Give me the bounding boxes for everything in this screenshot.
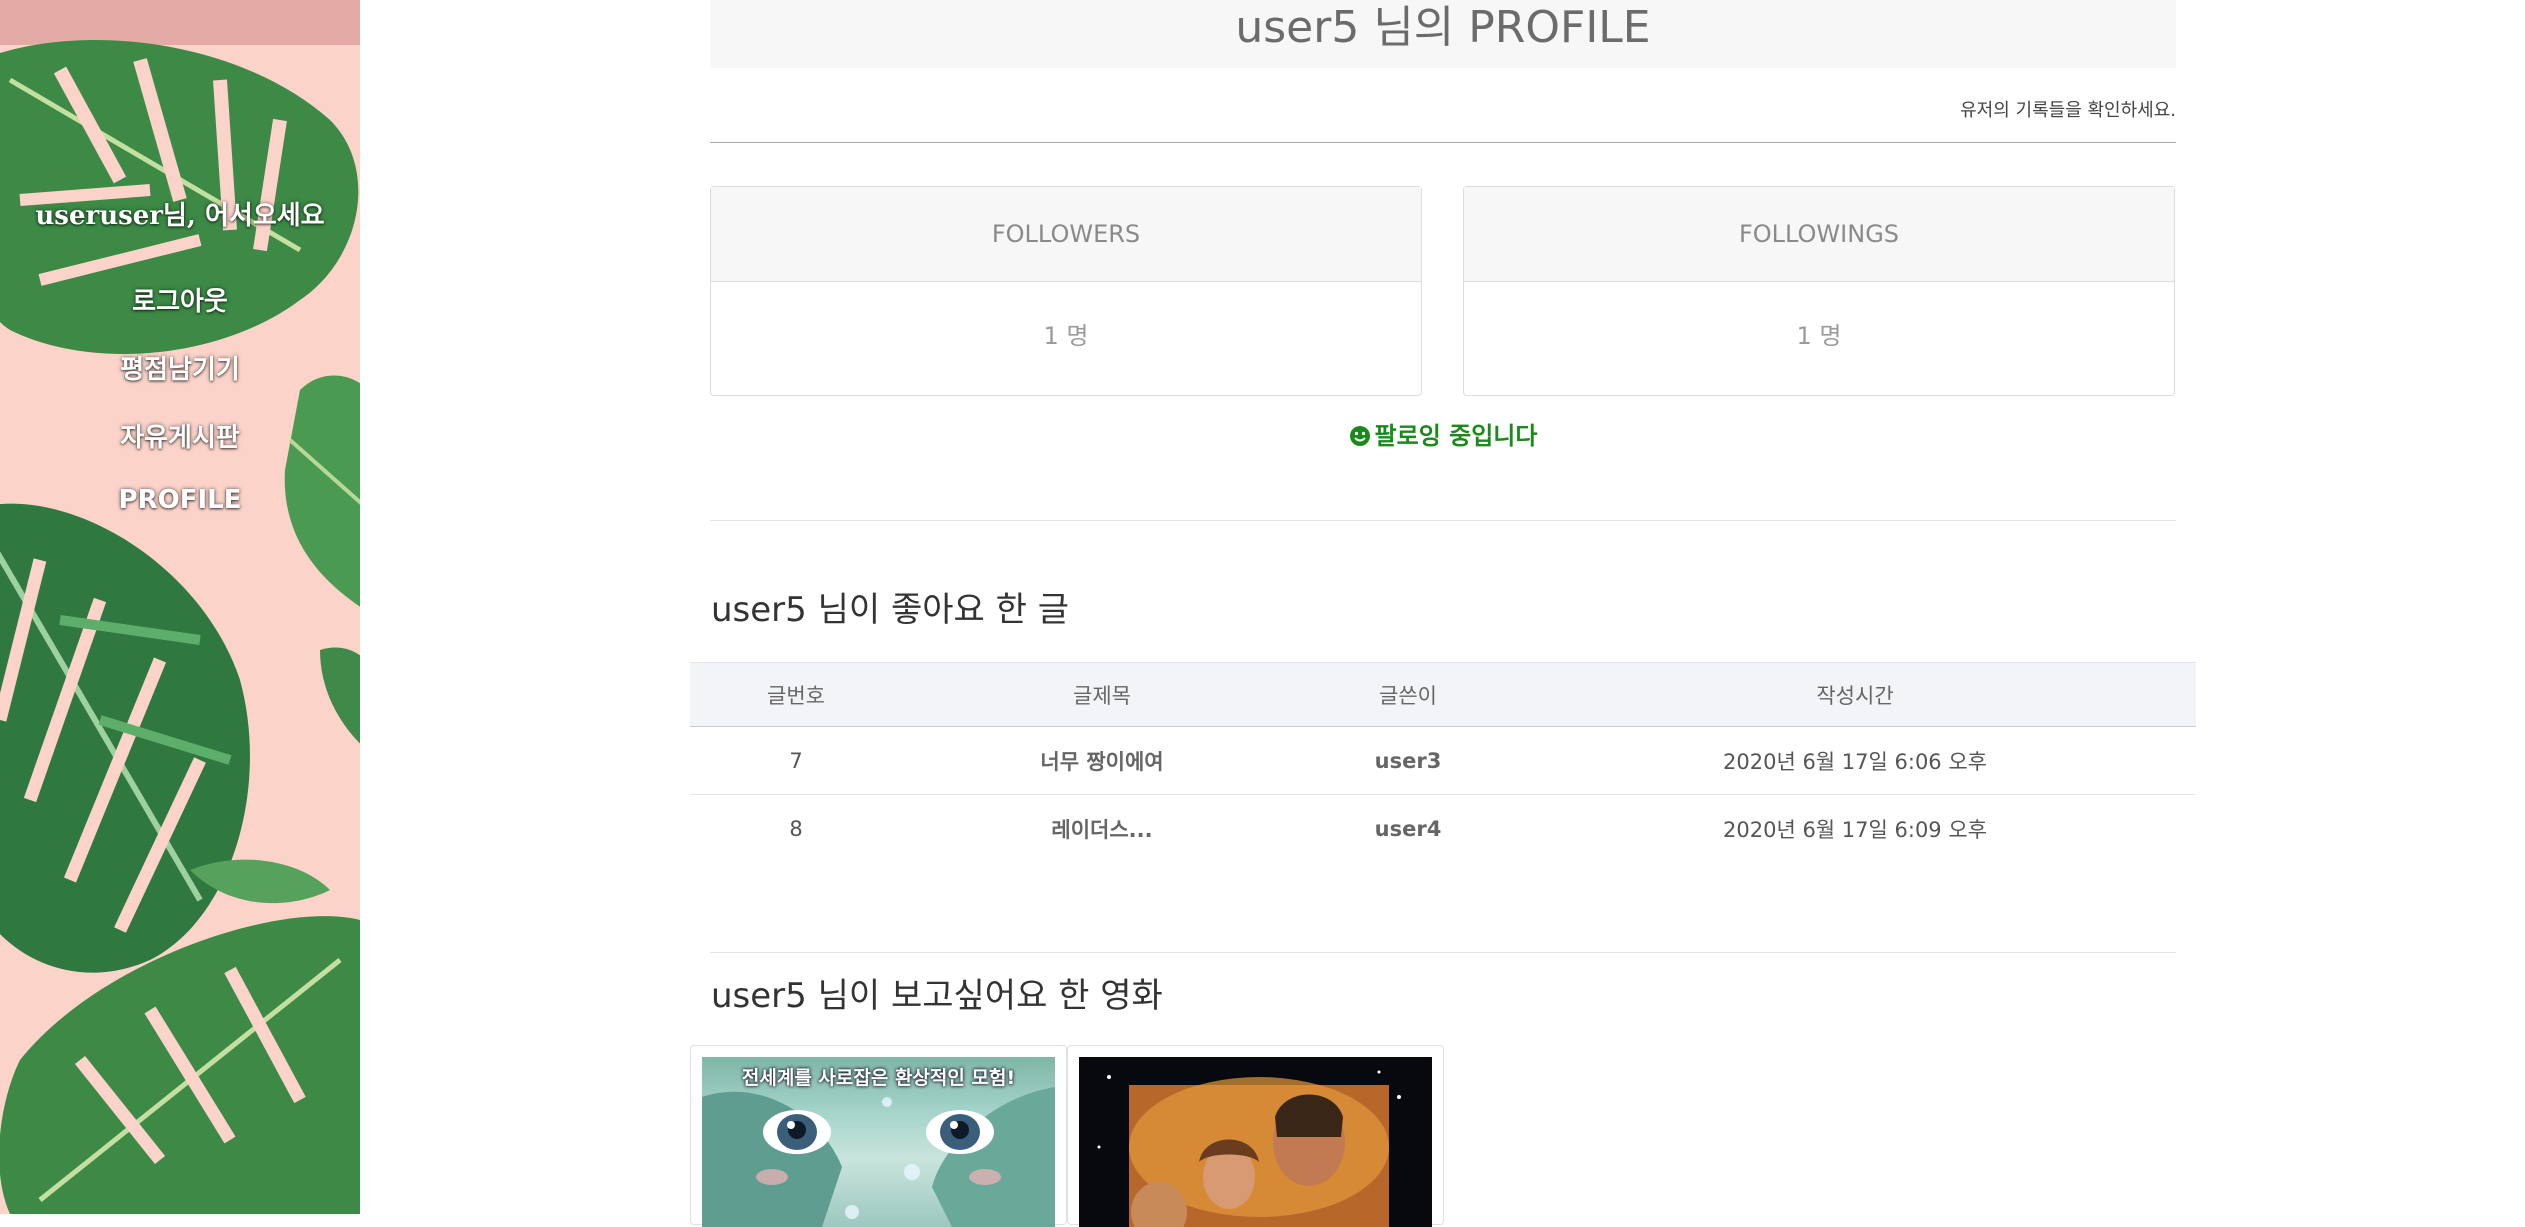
post-title-link[interactable]: 너무 짱이에여 <box>902 726 1302 795</box>
column-header-title: 글제목 <box>902 662 1302 727</box>
post-author-link[interactable]: user3 <box>1302 726 1514 795</box>
liked-posts-table: 글번호 글제목 글쓴이 작성시간 7 너무 짱이에여 user3 2020년 6… <box>690 662 2196 863</box>
page-title: user5 님의 PROFILE <box>710 0 2176 68</box>
movie-poster <box>1079 1057 1432 1227</box>
monstera-leaves-decoration <box>0 40 360 1214</box>
post-title-link[interactable]: 레이더스... <box>902 795 1302 863</box>
sidebar-item-profile[interactable]: PROFILE <box>0 485 360 553</box>
followers-count: 1 명 <box>1043 322 1089 350</box>
movie-poster: 전세계를 사로잡은 환상적인 모험! <box>702 1057 1055 1227</box>
divider <box>710 952 2176 953</box>
followings-label: FOLLOWINGS <box>1464 187 2174 282</box>
divider <box>710 520 2176 521</box>
wanted-movies-title: user5 님이 보고싶어요 한 영화 <box>711 976 1163 1016</box>
sidebar-item-rating[interactable]: 평점남기기 <box>0 349 360 417</box>
sidebar-item-board[interactable]: 자유게시판 <box>0 417 360 485</box>
post-number: 7 <box>690 726 902 795</box>
follow-status-button[interactable]: 팔로잉 중입니다 <box>690 416 2196 453</box>
post-number: 8 <box>789 816 803 841</box>
followers-label: FOLLOWERS <box>711 187 1421 282</box>
movie-card[interactable]: 전세계를 사로잡은 환상적인 모험! <box>690 1045 1067 1227</box>
post-time: 2020년 6월 17일 6:06 오후 <box>1514 726 2196 795</box>
table-row: 8 레이더스... user4 2020년 6월 17일 6:09 오후 <box>690 795 2196 863</box>
table-row: 7 너무 짱이에여 user3 2020년 6월 17일 6:06 오후 <box>690 726 2196 795</box>
column-header-author: 글쓴이 <box>1302 662 1514 727</box>
divider <box>710 142 2176 143</box>
poster-art <box>1097 1070 1401 1227</box>
sidebar-menu: 로그아웃 평점남기기 자유게시판 PROFILE <box>0 281 360 553</box>
sidebar-greeting: useruser님, 어서오세요 <box>35 201 325 231</box>
followings-card[interactable]: FOLLOWINGS 1 명 <box>1463 186 2175 396</box>
followings-count: 1 명 <box>1796 322 1842 350</box>
column-header-no: 글번호 <box>690 662 902 727</box>
follow-status-label: 팔로잉 중입니다 <box>1374 422 1538 450</box>
followers-card[interactable]: FOLLOWERS 1 명 <box>710 186 1422 396</box>
page-subtitle: 유저의 기록들을 확인하세요. <box>1960 100 2176 121</box>
poster-tagline: 전세계를 사로잡은 환상적인 모험! <box>741 1067 1016 1089</box>
smile-icon <box>1349 425 1371 453</box>
post-time: 2020년 6월 17일 6:09 오후 <box>1723 817 1987 842</box>
column-header-time: 작성시간 <box>1514 662 2196 727</box>
liked-posts-title: user5 님이 좋아요 한 글 <box>711 590 1069 630</box>
movie-card[interactable] <box>1067 1045 1444 1227</box>
leaf-middle <box>0 503 250 973</box>
sidebar-item-logout[interactable]: 로그아웃 <box>0 281 360 349</box>
sidebar: useruser님, 어서오세요 로그아웃 평점남기기 자유게시판 PROFIL… <box>0 0 360 1214</box>
table-header-row: 글번호 글제목 글쓴이 작성시간 <box>690 662 2196 727</box>
post-author-link[interactable]: user4 <box>1302 795 1514 863</box>
